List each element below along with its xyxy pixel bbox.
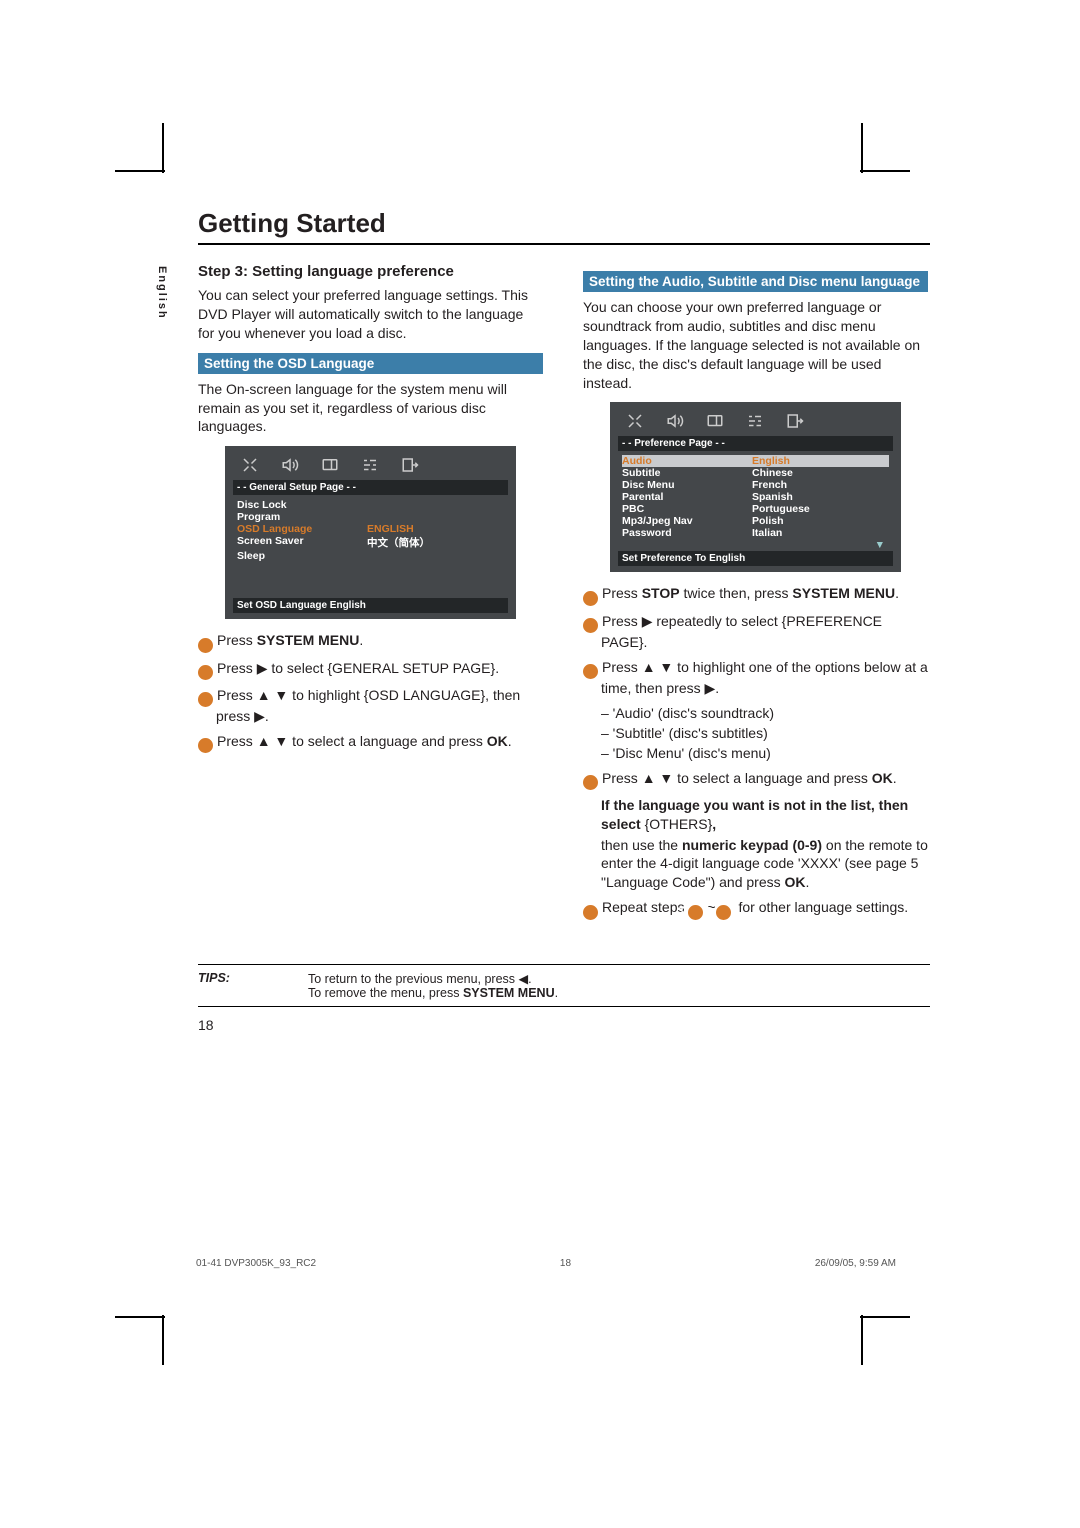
- osd-tab-icons: [233, 452, 508, 480]
- audio-intro: You can choose your own preferred langua…: [583, 298, 928, 392]
- crop-mark: [861, 1315, 863, 1365]
- tv-icon: [704, 412, 726, 430]
- exit-icon: [399, 456, 421, 474]
- audio-section-bar: Setting the Audio, Subtitle and Disc men…: [583, 271, 928, 292]
- osd-tab-icons: [618, 408, 893, 436]
- step3-heading: Step 3: Setting language preference: [198, 263, 543, 280]
- page-number: 18: [198, 1017, 930, 1033]
- tips-label: TIPS:: [198, 971, 268, 1000]
- osd-preference-page: - - Preference Page - - AudioEnglish Sub…: [610, 402, 901, 572]
- tips-box: TIPS: To return to the previous menu, pr…: [198, 964, 930, 1007]
- crop-mark: [860, 1316, 910, 1318]
- step-num-3: 3: [198, 692, 213, 707]
- sliders-icon: [359, 456, 381, 474]
- left-step4: 4Press ▲ ▼ to select a language and pres…: [198, 732, 543, 753]
- step-num-2: 2: [583, 618, 598, 633]
- scroll-down-icon: ▼: [875, 539, 885, 551]
- tips-text: To return to the previous menu, press ◀.…: [308, 971, 558, 1000]
- right-step1: 1Press STOP twice then, press SYSTEM MEN…: [583, 584, 928, 605]
- left-step1: 1Press SYSTEM MENU.: [198, 631, 543, 652]
- osd-rows: AudioEnglish SubtitleChinese Disc MenuFr…: [618, 451, 893, 545]
- osd-footer: Set OSD Language English: [233, 598, 508, 613]
- osd-row: Mp3/Jpeg NavPolish: [622, 515, 889, 527]
- language-tab: English: [156, 266, 168, 320]
- step-num-4-ref: 4: [716, 905, 731, 920]
- osd-footer: Set Preference To English: [618, 551, 893, 566]
- right-step4: 4Press ▲ ▼ to select a language and pres…: [583, 769, 928, 790]
- left-column: Step 3: Setting language preference You …: [198, 263, 543, 926]
- crop-mark: [115, 1316, 165, 1318]
- step-num-3: 3: [583, 664, 598, 679]
- footer-doc: 01-41 DVP3005K_93_RC2: [196, 1258, 316, 1269]
- step-num-3-ref: 3: [688, 905, 703, 920]
- step-num-1: 1: [583, 591, 598, 606]
- step-num-5: 5: [583, 905, 598, 920]
- osd-row: ParentalSpanish: [622, 491, 889, 503]
- right-step5: 5Repeat steps 3~4 for other language set…: [583, 898, 928, 919]
- speaker-icon: [279, 456, 301, 474]
- footer-timestamp: 26/09/05, 9:59 AM: [815, 1258, 896, 1269]
- speaker-icon: [664, 412, 686, 430]
- page-title: Getting Started: [198, 208, 930, 245]
- osd-row: Disc Lock: [237, 499, 504, 511]
- step-num-4: 4: [583, 775, 598, 790]
- tools-icon: [624, 412, 646, 430]
- left-step2: 2Press ▶ to select {GENERAL SETUP PAGE}.: [198, 659, 543, 680]
- osd-row-selected: OSD LanguageENGLISH: [237, 523, 504, 535]
- sliders-icon: [744, 412, 766, 430]
- step3-intro: You can select your preferred language s…: [198, 286, 543, 343]
- osd-row: PasswordItalian: [622, 527, 889, 539]
- right-step2: 2Press ▶ repeatedly to select {PREFERENC…: [583, 612, 928, 652]
- osd-header: - - Preference Page - -: [618, 436, 893, 451]
- right-step3-sub3: – 'Disc Menu' (disc's menu): [601, 744, 928, 762]
- osd-row-highlighted: AudioEnglish: [622, 455, 889, 467]
- right-step3: 3Press ▲ ▼ to highlight one of the optio…: [583, 658, 928, 698]
- crop-mark: [861, 123, 863, 173]
- osd-row: Disc MenuFrench: [622, 479, 889, 491]
- osd-row: SubtitleChinese: [622, 467, 889, 479]
- tv-icon: [319, 456, 341, 474]
- left-step3: 3Press ▲ ▼ to highlight {OSD LANGUAGE}, …: [198, 686, 543, 726]
- osd-row: PBCPortuguese: [622, 503, 889, 515]
- crop-mark: [860, 170, 910, 172]
- step-num-4: 4: [198, 738, 213, 753]
- footer-page: 18: [560, 1258, 571, 1269]
- exit-icon: [784, 412, 806, 430]
- osd-rows: Disc Lock Program OSD LanguageENGLISH Sc…: [233, 495, 508, 592]
- crop-mark: [162, 1315, 164, 1365]
- osd-general-setup: - - General Setup Page - - Disc Lock Pro…: [225, 446, 516, 619]
- crop-mark: [162, 123, 164, 173]
- tools-icon: [239, 456, 261, 474]
- page-content: Getting Started English Step 3: Setting …: [146, 208, 930, 1033]
- osd-row: Sleep: [237, 550, 504, 562]
- right-note: If the language you want is not in the l…: [583, 796, 928, 834]
- right-step3-sub2: – 'Subtitle' (disc's subtitles): [601, 724, 928, 742]
- right-note2: then use the numeric keypad (0-9) on the…: [583, 836, 928, 893]
- osd-section-bar: Setting the OSD Language: [198, 353, 543, 374]
- osd-header: - - General Setup Page - -: [233, 480, 508, 495]
- osd-row: Program: [237, 511, 504, 523]
- crop-mark: [115, 170, 165, 172]
- right-column: Setting the Audio, Subtitle and Disc men…: [583, 263, 928, 926]
- footer-meta: 01-41 DVP3005K_93_RC2 18 26/09/05, 9:59 …: [196, 1258, 896, 1269]
- osd-row: Screen Saver中文（简体）: [237, 535, 504, 550]
- step-num-1: 1: [198, 638, 213, 653]
- right-step3-sub1: – 'Audio' (disc's soundtrack): [601, 704, 928, 722]
- step-num-2: 2: [198, 665, 213, 680]
- osd-intro: The On-screen language for the system me…: [198, 380, 543, 437]
